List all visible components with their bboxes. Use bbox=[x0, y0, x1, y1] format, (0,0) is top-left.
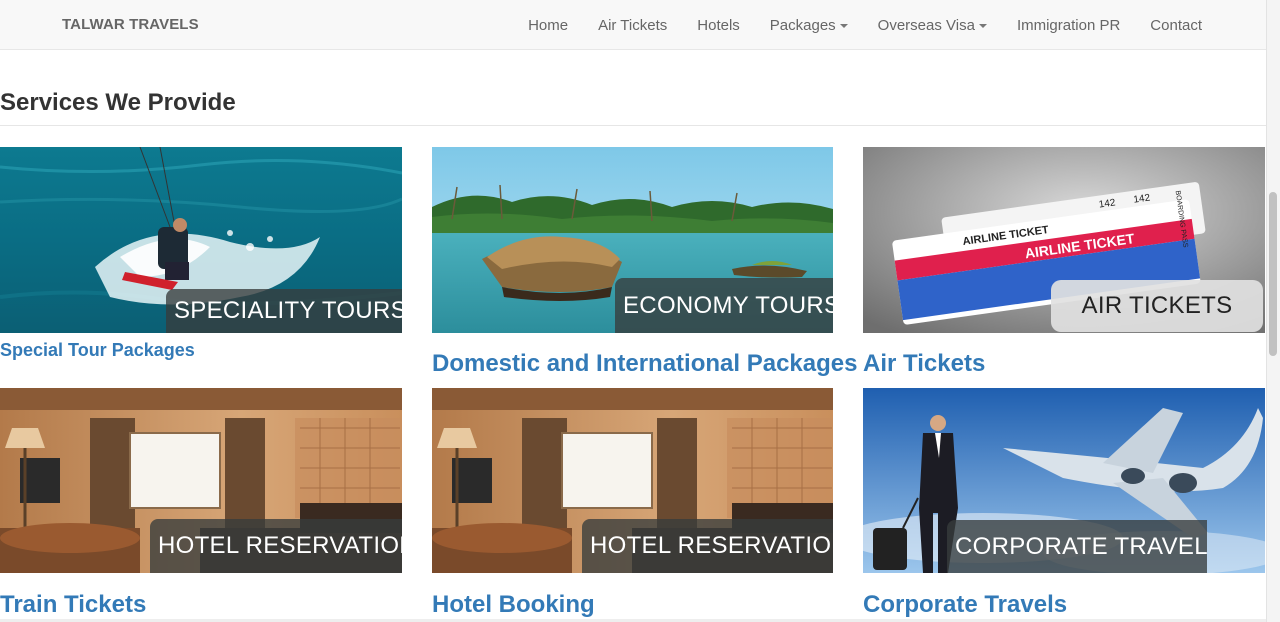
vertical-scrollbar[interactable] bbox=[1266, 0, 1280, 622]
nav-item-immigration-pr[interactable]: Immigration PR bbox=[1017, 17, 1120, 34]
nav-item-overseas-visa[interactable]: Overseas Visa bbox=[878, 17, 987, 34]
caret-down-icon bbox=[978, 24, 987, 28]
card-title-air-tickets[interactable]: Air Tickets bbox=[863, 350, 985, 378]
service-card-speciality-tours: SPECIALITY TOURS bbox=[0, 147, 402, 333]
scrollbar-thumb[interactable] bbox=[1269, 192, 1277, 356]
card-title-special-tour-packages[interactable]: Special Tour Packages bbox=[0, 340, 195, 361]
service-card-air-tickets: AIRLINE TICKET AIRLINE TICKET 142 142 BO… bbox=[863, 147, 1265, 333]
corporate-travel-overlay: CORPORATE TRAVEL bbox=[947, 520, 1208, 573]
caret-down-icon bbox=[839, 24, 848, 28]
air-tickets-image[interactable]: AIRLINE TICKET AIRLINE TICKET 142 142 BO… bbox=[863, 147, 1265, 333]
card-title-domestic-international-packages[interactable]: Domestic and International Packages bbox=[432, 350, 857, 378]
nav-item-air-tickets[interactable]: Air Tickets bbox=[598, 17, 667, 34]
section-title: Services We Provide bbox=[0, 89, 236, 116]
divider bbox=[0, 125, 1266, 126]
speciality-tours-image[interactable]: SPECIALITY TOURS bbox=[0, 147, 402, 333]
nav-item-hotels[interactable]: Hotels bbox=[697, 17, 740, 34]
air-tickets-overlay: AIR TICKETS bbox=[1051, 280, 1263, 332]
navbar: TALWAR TRAVELS Home Air Tickets Hotels P… bbox=[0, 0, 1266, 50]
economy-tours-overlay: ECONOMY TOURS bbox=[615, 278, 833, 333]
service-card-hotel-reservation-2: HOTEL RESERVATION bbox=[432, 388, 834, 573]
economy-tours-image[interactable]: ECONOMY TOURS bbox=[432, 147, 833, 333]
corporate-travel-image[interactable]: CORPORATE TRAVEL bbox=[863, 388, 1265, 573]
service-card-corporate-travel: CORPORATE TRAVEL bbox=[863, 388, 1265, 573]
nav-item-home[interactable]: Home bbox=[528, 17, 568, 34]
nav-item-packages[interactable]: Packages bbox=[770, 17, 848, 34]
card-title-hotel-booking[interactable]: Hotel Booking bbox=[432, 591, 595, 619]
card-title-train-tickets[interactable]: Train Tickets bbox=[0, 591, 146, 619]
speciality-tours-overlay: SPECIALITY TOURS bbox=[166, 289, 402, 333]
hotel-reservation-overlay-1: HOTEL RESERVATION bbox=[150, 519, 402, 573]
brand-logo[interactable]: TALWAR TRAVELS bbox=[62, 16, 199, 33]
service-card-economy-tours: ECONOMY TOURS bbox=[432, 147, 834, 333]
nav-menu: Home Air Tickets Hotels Packages Oversea… bbox=[498, 0, 1202, 50]
hotel-room-image-2[interactable]: HOTEL RESERVATION bbox=[432, 388, 833, 573]
service-card-hotel-reservation-1: HOTEL RESERVATION bbox=[0, 388, 402, 573]
card-title-corporate-travels[interactable]: Corporate Travels bbox=[863, 591, 1067, 619]
hotel-reservation-overlay-2: HOTEL RESERVATION bbox=[582, 519, 833, 573]
nav-item-contact[interactable]: Contact bbox=[1150, 17, 1202, 34]
hotel-room-image[interactable]: HOTEL RESERVATION bbox=[0, 388, 402, 573]
